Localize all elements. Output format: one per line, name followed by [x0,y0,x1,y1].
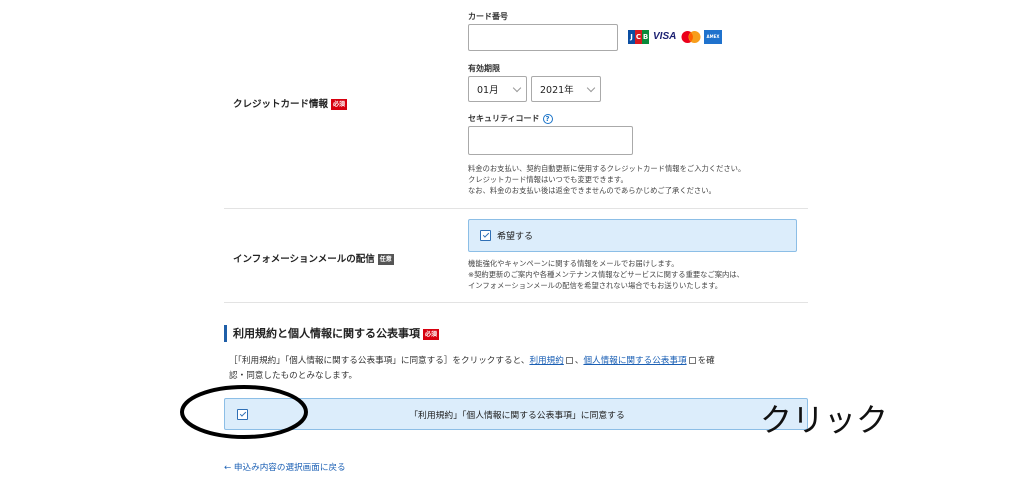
info-mail-checkbox-label: 希望する [497,232,534,242]
check-icon [482,231,489,238]
terms-section-title: 利用規約と個人情報に関する公表事項 必須 [224,325,440,342]
credit-card-note-line: クレジットカード情報はいつでも変更できます。 [468,175,628,184]
expiry-year-select[interactable]: 2021年 [531,76,601,102]
credit-card-notes: 料金のお支払い、契約自動更新に使用するクレジットカード情報をご入力ください。 ク… [468,163,745,196]
credit-card-note-line: 料金のお支払い、契約自動更新に使用するクレジットカード情報をご入力ください。 [468,164,746,173]
security-code-input[interactable] [468,126,633,155]
mastercard-logo [681,31,701,43]
info-mail-notes: 機能強化やキャンペーンに関する情報をメールでお届けします。 ※契約更新のご案内や… [468,258,744,291]
info-mail-checkbox[interactable] [480,230,491,241]
required-badge: 必須 [331,99,348,110]
amex-logo: AMEX [704,30,722,44]
info-mail-row-label: インフォメーションメールの配信 任意 [233,251,394,265]
info-mail-label-text: インフォメーションメールの配信 [233,254,375,265]
terms-title-text: 利用規約と個人情報に関する公表事項 [233,327,420,340]
chevron-down-icon [512,83,522,93]
terms-desc-line2: 認・同意したものとみなします。 [229,371,358,381]
expiry-month-select[interactable]: 01月 [468,76,527,102]
info-mail-note-line: ※契約更新のご案内や各種メンテナンス情報などサービスに関する重要なご案内は、 [468,270,744,279]
annotation-click-text: クリック [760,401,889,439]
jcb-letter-j: J [628,30,635,44]
terms-agree-label: 「利用規約」「個人情報に関する公表事項」に同意する [409,411,625,421]
section-divider [224,302,808,303]
back-link[interactable]: ← 申込み内容の選択画面に戻る [224,461,346,473]
security-code-label-text: セキュリティコード [468,114,540,123]
external-link-icon [565,357,573,364]
terms-desc-suffix: を確 [697,356,715,366]
info-mail-note-line: インフォメーションメールの配信を希望されない場合でもお送りいたします。 [468,281,723,290]
terms-of-use-link[interactable]: 利用規約 [529,356,563,366]
jcb-logo: J C B [628,30,649,44]
credit-card-row-label: クレジットカード情報 必須 [233,96,348,110]
info-mail-note-line: 機能強化やキャンペーンに関する情報をメールでお届けします。 [468,259,679,268]
card-number-input[interactable] [468,24,618,51]
credit-card-note-line: なお、料金のお支払い後は返金できませんのであらかじめご了承ください。 [468,186,716,195]
card-logos: J C B VISA AMEX [628,30,723,46]
credit-card-label-text: クレジットカード情報 [233,99,329,110]
jcb-letter-b: B [642,30,649,44]
expiry-label: 有効期限 [468,64,500,73]
visa-logo: VISA [653,31,677,42]
optional-badge: 任意 [377,254,394,265]
annotation-ellipse [180,385,308,439]
info-mail-checkbox-row[interactable]: 希望する [468,219,797,252]
terms-description: ［「利用規約」「個人情報に関する公表事項」に同意する］をクリックすると、利用規約… [229,354,809,384]
help-icon[interactable]: ? [542,113,553,124]
card-number-label: カード番号 [468,12,508,21]
expiry-month-value: 01月 [477,85,499,96]
privacy-disclosure-link[interactable]: 個人情報に関する公表事項 [583,356,686,366]
section-divider [224,208,808,209]
chevron-down-icon [586,83,596,93]
external-link-icon [688,357,696,364]
terms-desc-prefix: ［「利用規約」「個人情報に関する公表事項」に同意する］をクリックすると、 [229,356,530,366]
expiry-year-value: 2021年 [540,85,574,96]
terms-agree-row[interactable]: 「利用規約」「個人情報に関する公表事項」に同意する [224,398,808,430]
required-badge: 必須 [423,328,440,340]
jcb-letter-c: C [635,30,642,44]
security-code-label: セキュリティコード? [468,113,553,124]
